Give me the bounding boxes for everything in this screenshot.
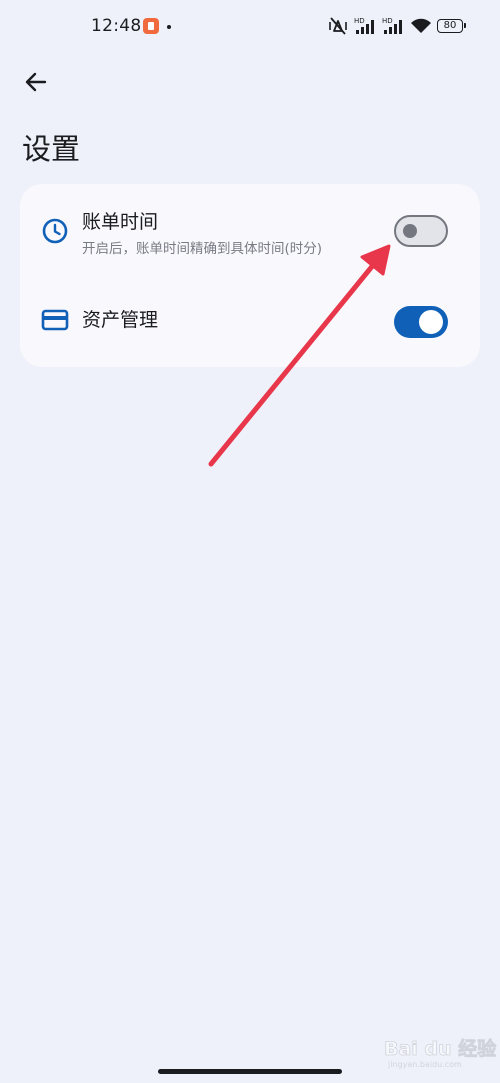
arrow-left-icon [25, 72, 47, 92]
home-indicator[interactable] [158, 1069, 342, 1074]
notification-dot-icon [167, 25, 171, 29]
card-icon [41, 309, 69, 331]
vibrate-off-icon [329, 17, 347, 35]
watermark-brand: Bai du 经验 [384, 1038, 497, 1061]
clock-icon [42, 218, 68, 244]
settings-card: 账单时间 开启后，账单时间精确到具体时间(时分) 资产管理 [20, 184, 480, 367]
bill-time-switch[interactable] [394, 215, 448, 247]
switch-knob [403, 224, 417, 238]
bill-time-title: 账单时间 [82, 211, 159, 233]
back-button[interactable] [20, 66, 52, 98]
wifi-icon [411, 18, 431, 33]
asset-management-switch[interactable] [394, 306, 448, 338]
switch-knob [419, 310, 443, 334]
bill-time-description: 开启后，账单时间精确到具体时间(时分) [82, 241, 323, 257]
setting-row-bill-time[interactable]: 账单时间 开启后，账单时间精确到具体时间(时分) [20, 184, 480, 278]
setting-row-asset-management[interactable]: 资产管理 [20, 278, 480, 367]
network-type-label: HD [382, 17, 393, 25]
network-type-label: HD [354, 17, 365, 25]
app-notification-icon [143, 18, 159, 34]
signal-icon: HD [382, 17, 402, 34]
watermark: Bai du 经验 jingyan.baidu.com [384, 1028, 497, 1076]
status-bar: 12:48 HD HD 80 [0, 0, 500, 56]
battery-icon: 80 [437, 19, 466, 33]
asset-management-title: 资产管理 [82, 309, 159, 331]
page-title: 设置 [22, 132, 81, 166]
watermark-url: jingyan.baidu.com [388, 1060, 462, 1069]
signal-icon: HD [354, 17, 374, 34]
status-time: 12:48 [91, 16, 142, 36]
